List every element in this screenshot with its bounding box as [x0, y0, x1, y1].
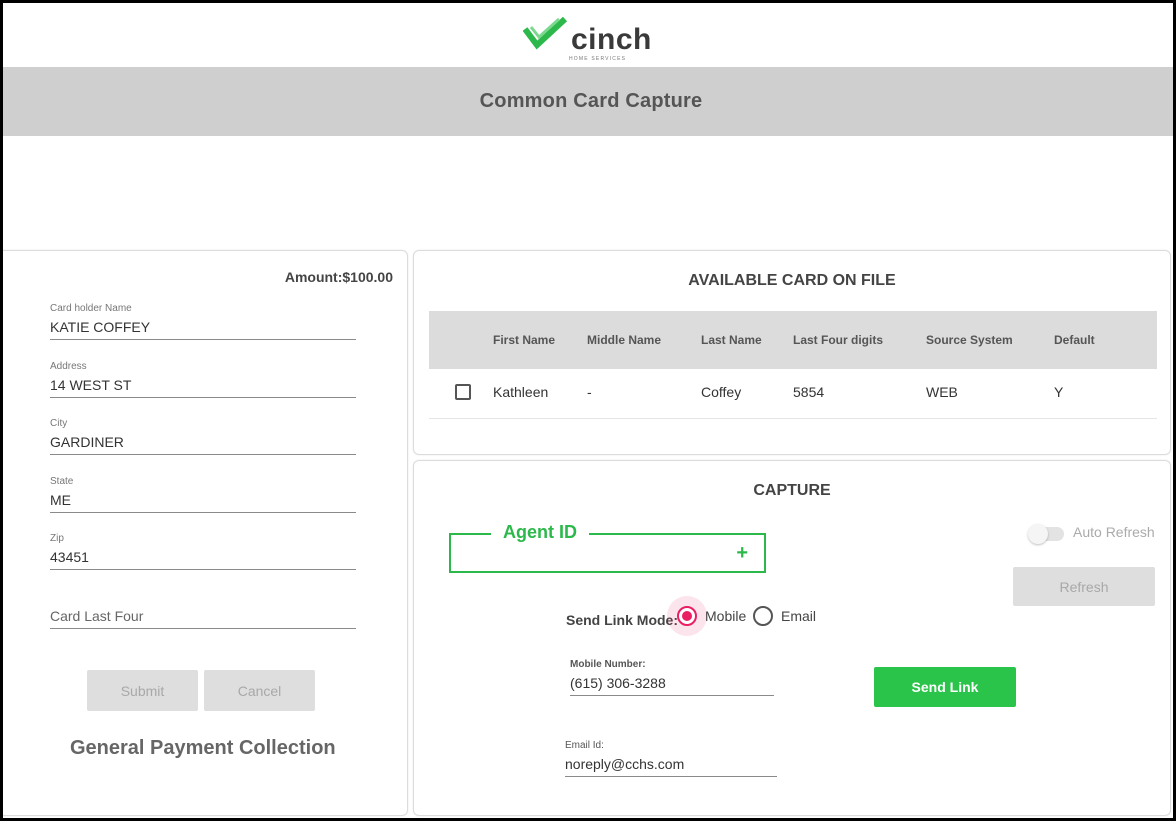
field-value[interactable]: KATIE COFFEY [50, 317, 356, 339]
field-value[interactable]: 14 WEST ST [50, 375, 356, 397]
field-label: Address [50, 361, 87, 372]
logo-tagline: HOME SERVICES [569, 56, 627, 62]
column-header-last-four: Last Four digits [793, 333, 883, 347]
field-label: City [50, 418, 68, 429]
cinch-logo: cinch HOME SERVICES [523, 15, 652, 65]
row-select-checkbox[interactable] [455, 384, 471, 400]
send-link-button[interactable]: Send Link [874, 667, 1016, 707]
add-icon[interactable]: + [736, 543, 748, 563]
zip-field[interactable]: Zip 43451 [50, 533, 356, 570]
cell-middle-name: - [587, 384, 592, 400]
column-header-default: Default [1054, 333, 1095, 347]
cards-on-file-panel: AVAILABLE CARD ON FILE First Name Middle… [413, 250, 1171, 455]
state-field[interactable]: State ME [50, 476, 356, 513]
mobile-number-value[interactable]: (615) 306-3288 [570, 673, 774, 695]
column-header-first-name: First Name [493, 333, 556, 347]
card-last-four-placeholder[interactable]: Card Last Four [50, 606, 356, 628]
payment-form-panel: Amount:$100.00 Card holder Name KATIE CO… [3, 250, 408, 816]
mobile-number-label: Mobile Number: [570, 659, 646, 670]
email-radio[interactable] [753, 606, 773, 626]
auto-refresh-label: Auto Refresh [1073, 524, 1155, 540]
email-id-value[interactable]: noreply@cchs.com [565, 754, 777, 776]
table-row[interactable]: Kathleen - Coffey 5854 WEB Y [429, 369, 1157, 419]
cell-last-name: Coffey [701, 384, 742, 400]
cards-on-file-title: AVAILABLE CARD ON FILE [688, 272, 896, 289]
column-header-middle-name: Middle Name [587, 333, 662, 347]
refresh-button[interactable]: Refresh [1013, 567, 1155, 606]
field-label: Card holder Name [50, 303, 132, 314]
agent-id-field[interactable]: Agent ID + [449, 522, 766, 573]
column-header-source-system: Source System [926, 333, 1013, 347]
card-last-four-field[interactable]: Card Last Four [50, 606, 356, 629]
auto-refresh-toggle[interactable] [1028, 524, 1064, 544]
email-id-label: Email Id: [565, 740, 604, 751]
card-holder-name-field[interactable]: Card holder Name KATIE COFFEY [50, 303, 356, 340]
toggle-knob[interactable] [1028, 524, 1048, 544]
cell-source-system: WEB [926, 384, 958, 400]
mobile-radio-label[interactable]: Mobile [705, 608, 746, 624]
mobile-radio[interactable] [677, 606, 697, 626]
page-title: Common Card Capture [479, 90, 703, 112]
field-value[interactable]: 43451 [50, 547, 356, 569]
column-header-last-name: Last Name [701, 333, 762, 347]
field-label: Zip [50, 533, 64, 544]
city-field[interactable]: City GARDINER [50, 418, 356, 455]
app-window: cinch HOME SERVICES Common Card Capture … [0, 0, 1176, 821]
field-value[interactable]: GARDINER [50, 432, 356, 454]
field-value[interactable]: ME [50, 490, 356, 512]
cell-first-name: Kathleen [493, 384, 549, 400]
checkmark-logo-icon [523, 16, 568, 50]
mobile-number-field[interactable]: Mobile Number: (615) 306-3288 [570, 659, 774, 696]
cancel-button[interactable]: Cancel [204, 670, 315, 711]
amount-label: Amount:$100.00 [284, 269, 393, 285]
submit-button[interactable]: Submit [87, 670, 198, 711]
title-bar: Common Card Capture [3, 67, 1173, 136]
general-payment-collection-title: General Payment Collection [70, 737, 336, 759]
email-id-field[interactable]: Email Id: noreply@cchs.com [565, 740, 777, 777]
field-label: State [50, 476, 74, 487]
email-radio-label[interactable]: Email [781, 608, 816, 624]
capture-panel: CAPTURE Agent ID + Auto Refresh Refresh … [413, 460, 1171, 816]
send-link-mode-label: Send Link Mode: [566, 612, 678, 628]
cell-last-four: 5854 [793, 384, 825, 400]
capture-title: CAPTURE [753, 482, 831, 499]
cell-default: Y [1054, 384, 1064, 400]
logo-wordmark: cinch [571, 23, 652, 56]
table-header: First Name Middle Name Last Name Last Fo… [429, 311, 1157, 369]
agent-id-label: Agent ID [491, 522, 589, 543]
address-field[interactable]: Address 14 WEST ST [50, 361, 356, 398]
